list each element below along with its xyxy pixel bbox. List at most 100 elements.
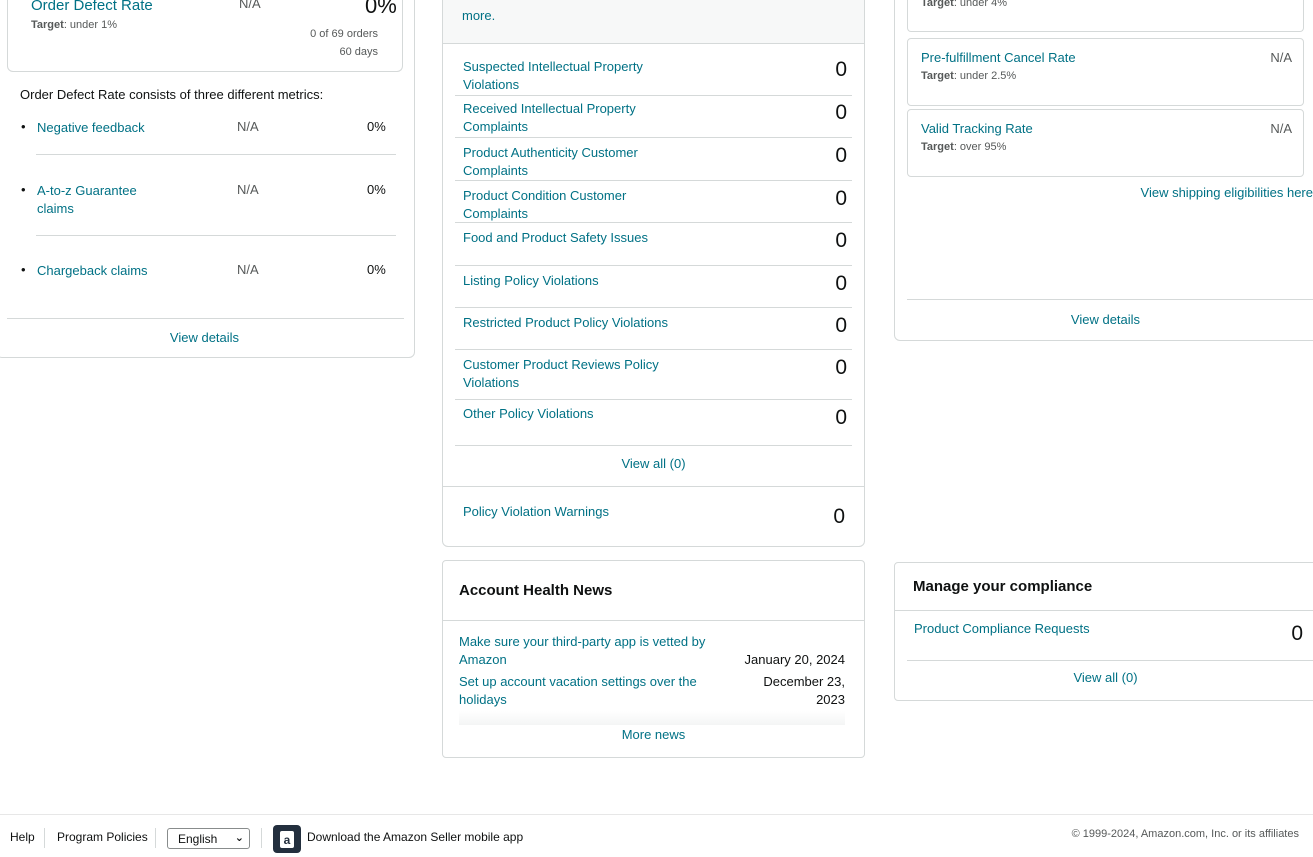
account-health-news-card: Account Health News Make sure your third… — [442, 560, 865, 758]
shipping-view-details-link[interactable]: View details — [907, 312, 1304, 327]
metric-a-to-z-link[interactable]: A-to-z Guarantee claims — [37, 182, 157, 218]
metric-value: 0% — [367, 119, 386, 134]
policy-row: Received Intellectual Property Complaint… — [455, 96, 852, 138]
metric-na: N/A — [237, 262, 259, 277]
metric-value: 0% — [367, 262, 386, 277]
copyright-text: © 1999-2024, Amazon.com, Inc. or its aff… — [1071, 828, 1299, 840]
policy-warnings-count: 0 — [833, 505, 845, 528]
policy-row: Customer Product Reviews Policy Violatio… — [455, 350, 852, 400]
policy-row: Other Policy Violations 0 — [455, 400, 852, 446]
policy-row-count: 0 — [835, 144, 847, 167]
more-news-link[interactable]: More news — [443, 727, 864, 742]
policy-row-count: 0 — [835, 356, 847, 379]
compliance-title: Manage your compliance — [913, 578, 1093, 595]
policy-row-link[interactable]: Customer Product Reviews Policy Violatio… — [463, 356, 673, 392]
orders-period: 60 days — [339, 46, 378, 58]
order-defect-rate-summary: Order Defect Rate N/A 0% Target: under 1… — [7, 0, 403, 72]
news-item-date: January 20, 2024 — [744, 652, 845, 667]
target-text: : under 2.5% — [953, 70, 1017, 82]
policy-row: Listing Policy Violations 0 — [455, 266, 852, 308]
compliance-view-all-link[interactable]: View all (0) — [907, 670, 1304, 685]
cancel-rate-box: Pre-fulfillment Cancel Rate N/A Target: … — [907, 38, 1304, 106]
shopping-bag-icon: a — [280, 831, 294, 848]
divider — [907, 299, 1313, 300]
policy-view-all-link[interactable]: View all (0) — [443, 456, 864, 471]
target-text: : under 4% — [953, 0, 1008, 9]
policy-row-link[interactable]: Restricted Product Policy Violations — [463, 314, 693, 332]
policy-row: Suspected Intellectual Property Violatio… — [455, 58, 852, 96]
policy-row: Restricted Product Policy Violations 0 — [455, 308, 852, 350]
divider — [36, 235, 396, 236]
policy-row-link[interactable]: Other Policy Violations — [463, 405, 693, 423]
policy-row-count: 0 — [835, 187, 847, 210]
policy-row-link[interactable]: Product Condition Customer Complaints — [463, 187, 693, 223]
orders-count: 0 of 69 orders — [310, 28, 378, 40]
news-item-link[interactable]: Set up account vacation settings over th… — [459, 673, 709, 709]
shipping-eligibilities-link[interactable]: View shipping eligibilities here — [1141, 185, 1313, 200]
compliance-requests-link[interactable]: Product Compliance Requests — [914, 621, 1090, 636]
news-title: Account Health News — [459, 582, 613, 599]
divider — [261, 828, 262, 848]
policy-warnings-link[interactable]: Policy Violation Warnings — [463, 504, 609, 519]
page-footer: Help Program Policies English ⌄ a Downlo… — [0, 814, 1313, 857]
news-item: Make sure your third-party app is vetted… — [459, 633, 845, 669]
metric-negative-feedback-link[interactable]: Negative feedback — [37, 119, 157, 137]
divider — [155, 828, 156, 848]
target-label: Target — [921, 0, 954, 9]
policy-intro: more. — [443, 0, 864, 44]
odr-view-details-link[interactable]: View details — [1, 330, 408, 345]
cancel-rate-link[interactable]: Pre-fulfillment Cancel Rate — [921, 50, 1076, 65]
target-label: Target — [921, 141, 954, 153]
bullet: • — [21, 182, 26, 197]
target-text: : over 95% — [953, 141, 1007, 153]
order-defect-rate-target: Target: under 1% — [31, 19, 117, 31]
policy-row-link[interactable]: Listing Policy Violations — [463, 272, 693, 290]
order-defect-rate-card: Order Defect Rate N/A 0% Target: under 1… — [0, 0, 415, 358]
amazon-app-icon[interactable]: a — [273, 825, 301, 853]
learn-more-link[interactable]: more. — [462, 7, 495, 25]
order-defect-rate-orders: 0 of 69 orders 60 days — [310, 25, 378, 61]
bullet: • — [21, 119, 26, 134]
target-text: : under 1% — [63, 19, 118, 31]
help-link[interactable]: Help — [10, 830, 35, 844]
divider — [7, 318, 404, 319]
policy-compliance-card: more. Suspected Intellectual Property Vi… — [442, 0, 865, 547]
order-defect-rate-link[interactable]: Order Defect Rate — [31, 0, 153, 14]
metric-chargeback-link[interactable]: Chargeback claims — [37, 262, 157, 280]
divider — [36, 154, 396, 155]
odr-consists-text: Order Defect Rate consists of three diff… — [20, 87, 324, 102]
shipping-performance-card: Target: under 4% Pre-fulfillment Cancel … — [894, 0, 1313, 341]
metric-na: N/A — [237, 119, 259, 134]
late-shipment-rate-box: Target: under 4% — [907, 0, 1304, 32]
cancel-rate-target: Target: under 2.5% — [921, 70, 1016, 82]
program-policies-link[interactable]: Program Policies — [57, 830, 148, 844]
cancel-rate-na: N/A — [1270, 50, 1292, 65]
policy-row-count: 0 — [835, 58, 847, 81]
divider — [443, 620, 864, 621]
divider — [907, 660, 1313, 661]
policy-row-link[interactable]: Product Authenticity Customer Complaints — [463, 144, 693, 180]
policy-row: Product Authenticity Customer Complaints… — [455, 138, 852, 181]
divider — [44, 828, 45, 848]
late-shipment-target: Target: under 4% — [921, 0, 1007, 9]
policy-row-count: 0 — [835, 229, 847, 252]
news-item-date: December 23, 2023 — [763, 674, 845, 707]
news-item: Set up account vacation settings over th… — [459, 673, 845, 709]
download-app-link[interactable]: Download the Amazon Seller mobile app — [307, 830, 523, 844]
bullet: • — [21, 262, 26, 277]
valid-tracking-na: N/A — [1270, 121, 1292, 136]
divider — [443, 486, 864, 487]
language-select[interactable]: English ⌄ — [167, 828, 250, 849]
policy-row-link[interactable]: Food and Product Safety Issues — [463, 229, 693, 247]
policy-row-count: 0 — [835, 406, 847, 429]
news-item-link[interactable]: Make sure your third-party app is vetted… — [459, 633, 719, 669]
manage-compliance-card: Manage your compliance Product Complianc… — [894, 562, 1313, 701]
policy-row: Product Condition Customer Complaints 0 — [455, 181, 852, 223]
language-value: English — [178, 832, 218, 846]
policy-row-count: 0 — [835, 272, 847, 295]
valid-tracking-link[interactable]: Valid Tracking Rate — [921, 121, 1033, 136]
policy-row-count: 0 — [835, 101, 847, 124]
valid-tracking-target: Target: over 95% — [921, 141, 1006, 153]
policy-row-link[interactable]: Suspected Intellectual Property Violatio… — [463, 58, 693, 94]
policy-row-link[interactable]: Received Intellectual Property Complaint… — [463, 100, 693, 136]
